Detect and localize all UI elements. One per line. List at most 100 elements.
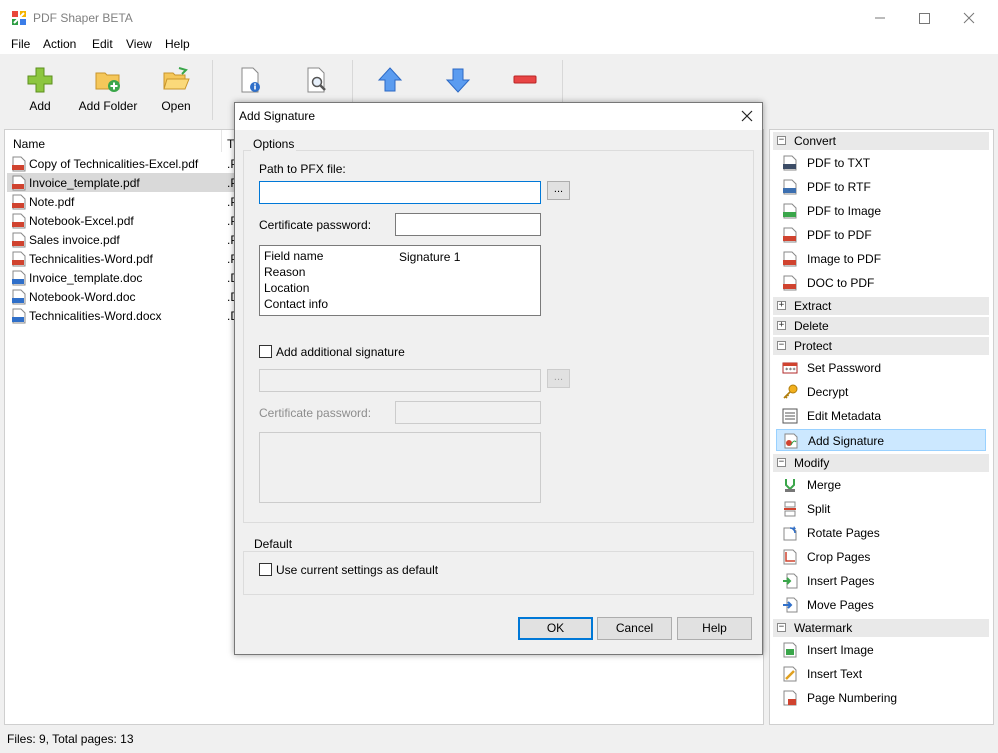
menu-file[interactable]: File xyxy=(11,37,30,51)
ok-button[interactable]: OK xyxy=(518,617,593,640)
action-label: PDF to Image xyxy=(807,204,882,218)
action-add-signature[interactable]: Add Signature xyxy=(776,429,986,451)
use-default-label[interactable]: Use current settings as default xyxy=(276,563,438,577)
page-numbering-icon xyxy=(783,690,797,706)
additional-fields-grid[interactable] xyxy=(259,432,541,503)
dialog-title-bar: Add Signature xyxy=(235,103,762,130)
group-delete[interactable]: + Delete xyxy=(773,317,989,335)
action-set-password[interactable]: *** Set Password xyxy=(776,357,986,379)
menu-action[interactable]: Action xyxy=(43,37,76,51)
collapse-icon[interactable]: − xyxy=(777,623,786,632)
action-pdf-to-pdf[interactable]: PDF to PDF xyxy=(776,224,986,246)
minimize-button[interactable] xyxy=(866,8,894,28)
action-label: PDF to RTF xyxy=(807,180,871,194)
browse-additional-pfx-button[interactable]: ... xyxy=(547,369,570,388)
group-protect[interactable]: − Protect xyxy=(773,337,989,355)
action-rotate-pages[interactable]: Rotate Pages xyxy=(776,522,986,544)
jpg-file-icon xyxy=(783,203,797,219)
action-merge[interactable]: Merge xyxy=(776,474,986,496)
action-insert-pages[interactable]: Insert Pages xyxy=(776,570,986,592)
collapse-icon[interactable]: − xyxy=(777,458,786,467)
pdf-file-icon xyxy=(12,175,26,191)
action-page-numbering[interactable]: Page Numbering xyxy=(776,687,986,709)
rtf-file-icon xyxy=(783,179,797,195)
group-label: Convert xyxy=(794,134,837,148)
file-name: Sales invoice.pdf xyxy=(29,233,120,247)
collapse-icon[interactable]: − xyxy=(777,136,786,145)
action-move-pages[interactable]: Move Pages xyxy=(776,594,986,616)
action-pdf-to-rtf[interactable]: PDF to RTF xyxy=(776,176,986,198)
insert-pages-icon xyxy=(783,573,798,589)
action-label: PDF to TXT xyxy=(807,156,871,170)
action-insert-image[interactable]: Insert Image xyxy=(776,639,986,661)
maximize-icon xyxy=(919,13,930,24)
action-label: Merge xyxy=(807,478,842,492)
help-button[interactable]: Help xyxy=(677,617,752,640)
additional-signature-checkbox[interactable] xyxy=(259,345,272,358)
action-doc-to-pdf[interactable]: DOC to PDF xyxy=(776,272,986,294)
action-label: Decrypt xyxy=(807,385,849,399)
menu-edit[interactable]: Edit xyxy=(92,37,113,51)
close-icon xyxy=(963,12,975,24)
menu-view[interactable]: View xyxy=(126,37,152,51)
title-bar: PDF Shaper BETA xyxy=(0,0,998,36)
maximize-button[interactable] xyxy=(910,8,938,28)
close-window-button[interactable] xyxy=(955,8,983,28)
pfx-path-input[interactable] xyxy=(260,182,540,203)
group-extract[interactable]: + Extract xyxy=(773,297,989,315)
field-name-value[interactable]: Signature 1 xyxy=(399,250,460,264)
group-label: Watermark xyxy=(794,621,853,635)
dialog-title: Add Signature xyxy=(239,109,316,123)
action-insert-text[interactable]: Insert Text xyxy=(776,663,986,685)
collapse-icon[interactable]: − xyxy=(777,341,786,350)
group-modify[interactable]: − Modify xyxy=(773,454,989,472)
action-label: Move Pages xyxy=(807,598,874,612)
pdf-file-icon xyxy=(12,213,26,229)
file-name: Copy of Technicalities-Excel.pdf xyxy=(29,157,199,171)
group-label: Extract xyxy=(794,299,832,313)
pfx-path-field[interactable] xyxy=(259,181,541,204)
add-folder-button[interactable]: Add Folder xyxy=(74,54,142,126)
action-crop-pages[interactable]: Crop Pages xyxy=(776,546,986,568)
group-label: Delete xyxy=(794,319,829,333)
add-button[interactable]: Add xyxy=(14,54,66,126)
close-icon xyxy=(741,110,753,122)
column-header-name[interactable]: Name xyxy=(13,137,45,151)
additional-cert-password-field[interactable] xyxy=(395,401,541,424)
expand-icon[interactable]: + xyxy=(777,301,786,310)
group-convert[interactable]: − Convert xyxy=(773,132,989,150)
signature-fields-grid[interactable]: Field name Signature 1 Reason Location C… xyxy=(259,245,541,316)
action-edit-metadata[interactable]: Edit Metadata xyxy=(776,405,986,427)
add-folder-icon xyxy=(95,72,120,92)
metadata-list-icon xyxy=(782,408,798,424)
additional-pfx-path-field[interactable] xyxy=(259,369,541,392)
action-image-to-pdf[interactable]: Image to PDF xyxy=(776,248,986,270)
pdf-file-icon xyxy=(12,194,26,210)
column-divider[interactable] xyxy=(221,130,222,152)
cert-password-label: Certificate password: xyxy=(259,218,372,232)
cert-password-input[interactable] xyxy=(396,214,540,235)
action-decrypt[interactable]: Decrypt xyxy=(776,381,986,403)
app-logo-icon xyxy=(12,11,26,25)
file-name: Technicalities-Word.pdf xyxy=(29,252,153,266)
open-button[interactable]: Open xyxy=(152,54,200,126)
action-split[interactable]: Split xyxy=(776,498,986,520)
pdf-file-icon xyxy=(12,232,26,248)
menu-help[interactable]: Help xyxy=(165,37,190,51)
additional-signature-label[interactable]: Add additional signature xyxy=(276,345,405,359)
cert-password-field[interactable] xyxy=(395,213,541,236)
cancel-button[interactable]: Cancel xyxy=(597,617,672,640)
action-label: Insert Pages xyxy=(807,574,875,588)
document-preview-icon xyxy=(307,67,326,93)
action-pdf-to-txt[interactable]: PDF to TXT xyxy=(776,152,986,174)
add-icon xyxy=(27,67,53,93)
pdf-file-icon xyxy=(783,251,797,267)
group-watermark[interactable]: − Watermark xyxy=(773,619,989,637)
browse-pfx-button[interactable]: ... xyxy=(547,181,570,200)
dialog-close-button[interactable] xyxy=(738,107,756,125)
file-row[interactable]: Invoice_template.pdf .P xyxy=(7,173,238,192)
action-pdf-to-image[interactable]: PDF to Image xyxy=(776,200,986,222)
use-default-checkbox[interactable] xyxy=(259,563,272,576)
expand-icon[interactable]: + xyxy=(777,321,786,330)
status-bar: Files: 9, Total pages: 13 xyxy=(0,728,998,753)
